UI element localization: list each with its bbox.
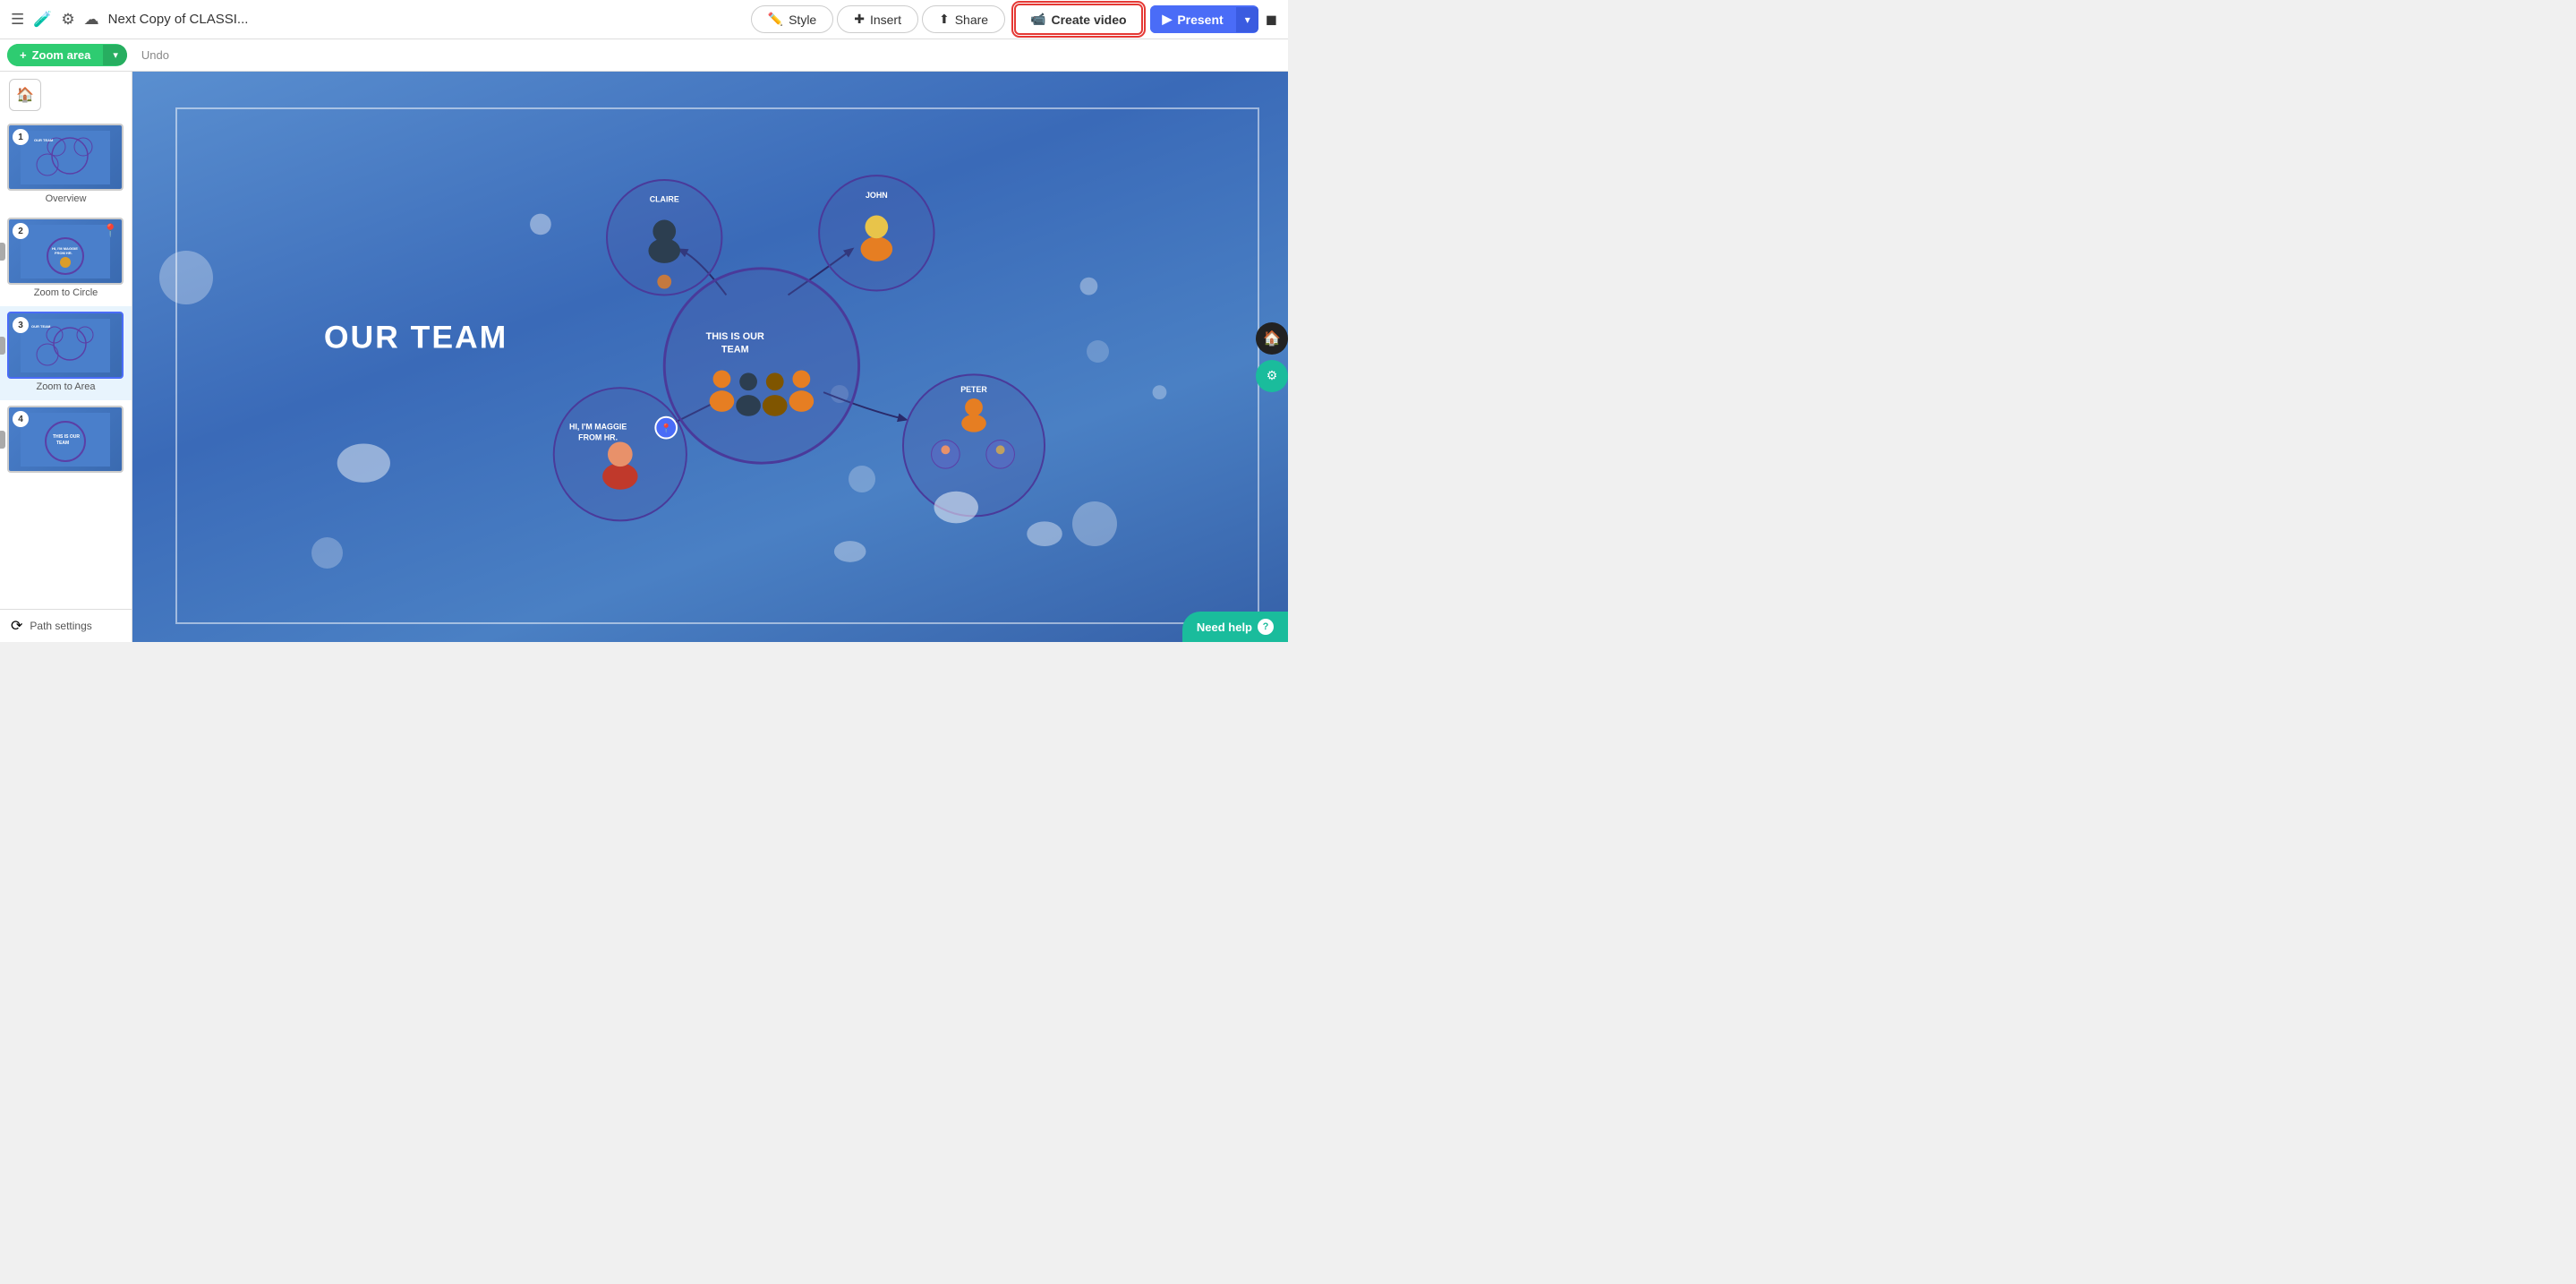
drag-handle-3[interactable]: [0, 337, 5, 355]
home-icon: 🏠: [16, 86, 34, 104]
presentation-svg: OUR TEAM: [177, 109, 1258, 622]
slide-preview-3: OUR TEAM: [21, 319, 110, 372]
zoom-area-button[interactable]: + Zoom area: [7, 44, 103, 66]
sidebar-home: 🏠: [0, 72, 132, 118]
drag-handle-2[interactable]: [0, 243, 5, 261]
insert-icon: ✚: [854, 12, 865, 27]
slide-number-2: 2: [13, 223, 29, 239]
svg-text:PETER: PETER: [960, 385, 987, 394]
insert-tab[interactable]: ✚ Insert: [837, 5, 918, 33]
topbar-left: ☰ 🧪 ⚙ ☁ Next Copy of CLASSI...: [11, 11, 742, 29]
plus-icon: +: [20, 48, 27, 62]
home-button[interactable]: 🏠: [9, 79, 41, 111]
slide-label-3: Zoom to Area: [7, 379, 124, 395]
document-title: Next Copy of CLASSI...: [108, 12, 249, 27]
flask-button[interactable]: 🧪: [33, 11, 52, 29]
pin-icon-2: 📍: [103, 223, 118, 238]
svg-text:TEAM: TEAM: [56, 441, 69, 446]
slide-thumb-1: 1 OUR TEAM: [7, 124, 124, 191]
svg-text:OUR TEAM: OUR TEAM: [34, 138, 54, 142]
main-layout: 🏠 1 OUR TEAM Overview: [0, 72, 1288, 642]
zoom-area-dropdown-container: + Zoom area ▾: [7, 44, 127, 66]
our-team-label: OUR TEAM: [324, 320, 508, 355]
svg-text:CLAIRE: CLAIRE: [650, 195, 679, 204]
slide-number-1: 1: [13, 129, 29, 145]
slide-thumb-4: 4 THIS IS OUR TEAM: [7, 406, 124, 473]
slide-label-2: Zoom to Circle: [7, 285, 124, 301]
svg-text:THIS IS OUR: THIS IS OUR: [706, 331, 764, 342]
need-help-button[interactable]: Need help ?: [1182, 612, 1288, 642]
chevron-down-icon: ▾: [113, 50, 118, 61]
slide-thumb-3: 3 OUR TEAM: [7, 312, 124, 379]
zoom-area-dropdown-button[interactable]: ▾: [103, 45, 127, 65]
style-icon: ✏️: [768, 12, 783, 27]
hamburger-button[interactable]: ☰: [11, 11, 24, 29]
play-icon: ▶: [1163, 12, 1173, 27]
slide-preview-4: THIS IS OUR TEAM: [21, 413, 110, 467]
right-side-buttons: 🏠 ⚙: [1256, 322, 1288, 392]
share-tab[interactable]: ⬆ Share: [922, 5, 1005, 33]
slide-preview-2: HI, I'M MAGGIE FROM HR.: [21, 225, 110, 278]
slide-item-3[interactable]: 3 OUR TEAM Zoom to Area: [0, 306, 132, 400]
svg-text:FROM HR.: FROM HR.: [55, 251, 73, 255]
drag-handle-4[interactable]: [0, 431, 5, 449]
slide-thumb-2: 2 📍 HI, I'M MAGGIE FROM HR.: [7, 218, 124, 285]
share-icon: ⬆: [939, 12, 950, 27]
topbar: ☰ 🧪 ⚙ ☁ Next Copy of CLASSI... ✏️ Style …: [0, 0, 1288, 39]
slide-number-3: 3: [13, 317, 29, 333]
chevron-down-icon: ▾: [1245, 13, 1250, 26]
toolbar-strip: + Zoom area ▾ Undo: [0, 39, 1288, 72]
topbar-center: ✏️ Style ✚ Insert ⬆ Share: [751, 5, 1005, 33]
right-home-button[interactable]: 🏠: [1256, 322, 1288, 355]
home-icon: 🏠: [1263, 330, 1281, 347]
present-button[interactable]: ▶ Present ▾: [1150, 5, 1258, 33]
cloud-icon: ☁: [84, 11, 99, 28]
help-icon: ?: [1258, 619, 1274, 635]
right-settings-button[interactable]: ⚙: [1256, 360, 1288, 392]
canvas-area: OUR TEAM: [132, 72, 1288, 642]
flask-icon: 🧪: [33, 11, 52, 28]
undo-button[interactable]: Undo: [134, 45, 176, 65]
slide-label-1: Overview: [7, 191, 124, 207]
gear-icon: ⚙: [61, 11, 74, 28]
present-main-button[interactable]: ▶ Present: [1150, 5, 1236, 33]
sidebar: 🏠 1 OUR TEAM Overview: [0, 72, 132, 642]
style-tab[interactable]: ✏️ Style: [751, 5, 834, 33]
svg-text:OUR TEAM: OUR TEAM: [31, 324, 51, 329]
path-settings[interactable]: ⟳ Path settings: [0, 609, 132, 642]
canvas-frame: OUR TEAM: [175, 107, 1259, 624]
settings-button[interactable]: ⚙: [61, 11, 74, 29]
path-settings-icon: ⟳: [11, 617, 22, 635]
slide-item-1[interactable]: 1 OUR TEAM Overview: [0, 118, 132, 212]
svg-text:TEAM: TEAM: [721, 345, 749, 355]
slide-preview-1: OUR TEAM: [21, 131, 110, 184]
create-video-button[interactable]: 📹 Create video: [1014, 4, 1142, 35]
slide-item-2[interactable]: 2 📍 HI, I'M MAGGIE FROM HR. Zoom to Circ…: [0, 212, 132, 306]
slide-item-4[interactable]: 4 THIS IS OUR TEAM: [0, 400, 132, 478]
path-settings-label: Path settings: [30, 620, 91, 632]
present-dropdown-button[interactable]: ▾: [1236, 7, 1258, 32]
camera-icon: 📹: [1030, 12, 1045, 27]
cloud-button[interactable]: ☁: [84, 11, 99, 29]
topbar-right: 📹 Create video ▶ Present ▾ ◼: [1014, 4, 1277, 35]
svg-text:THIS IS OUR: THIS IS OUR: [53, 434, 80, 440]
svg-text:FROM HR.: FROM HR.: [578, 432, 618, 441]
chat-icon: ◼: [1266, 11, 1277, 29]
svg-text:📍: 📍: [661, 424, 671, 434]
hamburger-icon: ☰: [11, 11, 24, 28]
settings-icon: ⚙: [1267, 368, 1278, 383]
svg-text:HI, I'M MAGGIE: HI, I'M MAGGIE: [569, 423, 627, 432]
svg-text:JOHN: JOHN: [866, 191, 888, 200]
slide-number-4: 4: [13, 411, 29, 427]
